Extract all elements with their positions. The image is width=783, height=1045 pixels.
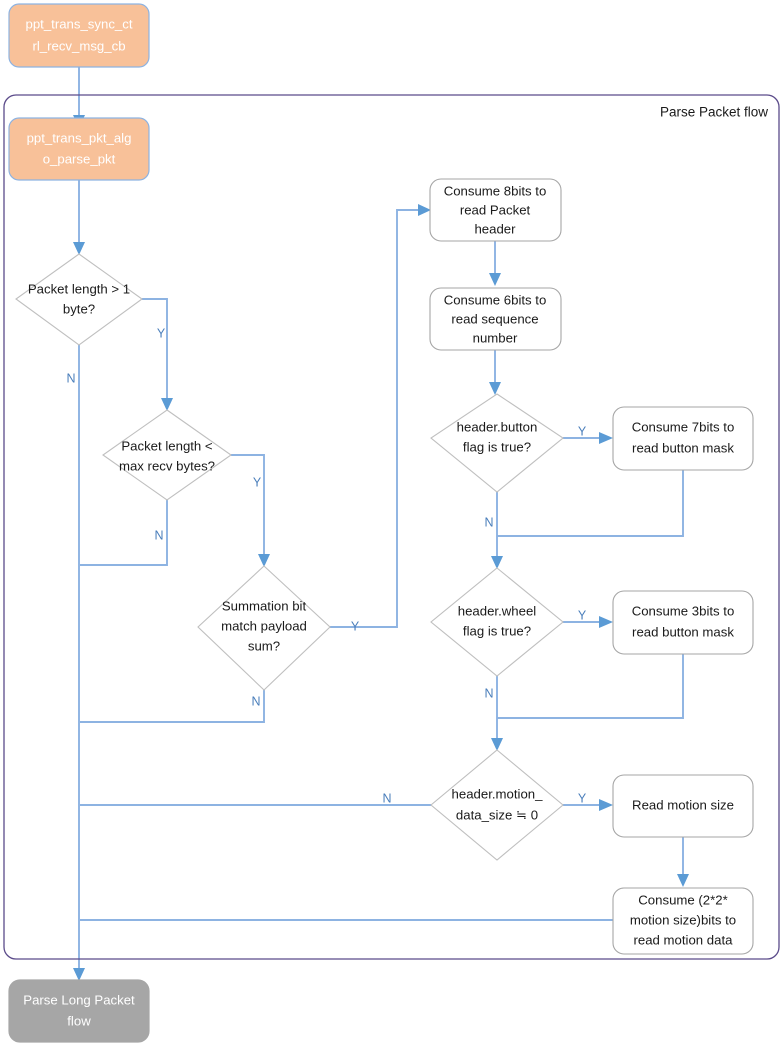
edge-button-mask-merge	[497, 470, 684, 537]
arrowhead-len-lt-max-yes	[258, 554, 270, 567]
arrowhead-sequence-to-button-flag	[489, 382, 501, 395]
edge-label-len-lt-max-yes: Y	[253, 475, 262, 489]
edge-label-len-lt-max-no: N	[154, 528, 163, 542]
node-entry-shape[interactable]	[8, 3, 150, 68]
node-consume-6bits-sequence-number-shape[interactable]	[429, 287, 562, 351]
node-decision-packet-length-lt-max[interactable]: Packet length < max recv bytes?	[102, 409, 232, 501]
node-decision-header-wheel-flag[interactable]: header.wheel flag is true?	[430, 567, 564, 677]
node-consume-motion-data[interactable]: Consume (2*2* motion size)bits to read m…	[612, 887, 754, 955]
arrowhead-parse-pkt-to-len-gt1	[73, 242, 85, 255]
flowchart-svg: Parse Packet flow ppt_trans_sync_ct rl_r…	[3, 3, 780, 1043]
edge-label-button-yes: Y	[578, 424, 587, 438]
edge-label-len-gt1-yes: Y	[157, 326, 166, 340]
node-consume-8bits-packet-header-shape[interactable]	[429, 178, 562, 242]
edge-label-sum-match-yes: Y	[351, 619, 360, 633]
node-parse-pkt-shape[interactable]	[8, 117, 150, 181]
arrowhead-header-to-sequence	[489, 273, 501, 286]
node-decision-packet-length-gt-1[interactable]: Packet length > 1 byte?	[15, 253, 143, 346]
node-read-motion-size[interactable]: Read motion size	[612, 774, 754, 838]
edge-sum-match-yes	[330, 209, 420, 628]
node-consume-motion-data-shape[interactable]	[612, 887, 754, 955]
flowchart-canvas: Parse Packet flow ppt_trans_sync_ct rl_r…	[0, 0, 783, 1045]
node-decision-header-button-flag-shape[interactable]	[430, 393, 564, 493]
edge-sum-match-no	[80, 670, 265, 723]
arrowhead-len-gt1-yes	[161, 398, 173, 411]
node-exit-parse-long-packet-flow-shape[interactable]	[8, 979, 150, 1043]
arrowhead-sum-match-yes	[418, 204, 431, 216]
edge-label-motion-yes: Y	[578, 791, 587, 805]
connector-layer	[73, 67, 689, 981]
arrowhead-motion-size-yes	[599, 799, 613, 811]
edge-label-wheel-no: N	[484, 686, 493, 700]
node-decision-packet-length-lt-max-shape[interactable]	[102, 409, 232, 501]
edge-wheel-mask-merge	[497, 654, 684, 719]
node-decision-summation-bit-match[interactable]: Summation bit match payload sum?	[197, 565, 331, 691]
arrowhead-wheel-flag-yes	[599, 616, 613, 628]
node-decision-summation-bit-match-shape[interactable]	[197, 565, 331, 691]
arrowhead-button-flag-yes	[599, 432, 613, 444]
node-entry[interactable]: ppt_trans_sync_ct rl_recv_msg_cb	[8, 3, 150, 68]
edge-label-button-no: N	[484, 515, 493, 529]
node-consume-7bits-button-mask[interactable]: Consume 7bits to read button mask	[612, 406, 754, 471]
node-decision-packet-length-gt-1-shape[interactable]	[15, 253, 143, 346]
group-title-label: Parse Packet flow	[660, 105, 768, 120]
edge-len-gt1-yes	[142, 298, 168, 400]
node-consume-7bits-button-mask-shape[interactable]	[612, 406, 754, 471]
arrowhead-read-motion-size-to-motion-data	[677, 874, 689, 887]
node-consume-6bits-sequence-number[interactable]: Consume 6bits to read sequence number	[429, 287, 562, 351]
node-parse-pkt[interactable]: ppt_trans_pkt_alg o_parse_pkt	[8, 117, 150, 181]
node-consume-3bits-wheel-mask[interactable]: Consume 3bits to read button mask	[612, 590, 754, 655]
arrowhead-wheel-flag-no	[491, 738, 503, 751]
node-decision-header-wheel-flag-shape[interactable]	[430, 567, 564, 677]
edge-label-motion-no: N	[382, 791, 391, 805]
edge-label-sum-match-no: N	[251, 694, 260, 708]
node-decision-header-motion-data-size[interactable]: header.motion_ data_size ≒ 0	[430, 749, 564, 861]
node-decision-header-button-flag[interactable]: header.button flag is true?	[430, 393, 564, 493]
arrowhead-button-flag-no	[491, 556, 503, 569]
node-decision-header-motion-data-size-shape[interactable]	[430, 749, 564, 861]
node-consume-3bits-wheel-mask-shape[interactable]	[612, 590, 754, 655]
arrowhead-trunk-to-exit	[73, 968, 85, 981]
edge-label-wheel-yes: Y	[578, 608, 587, 622]
edge-len-lt-max-yes	[231, 454, 265, 556]
node-consume-8bits-packet-header[interactable]: Consume 8bits to read Packet header	[429, 178, 562, 242]
node-exit-parse-long-packet-flow[interactable]: Parse Long Packet flow	[8, 979, 150, 1043]
node-read-motion-size-shape[interactable]	[612, 774, 754, 838]
edge-label-len-gt1-no: N	[66, 371, 75, 385]
